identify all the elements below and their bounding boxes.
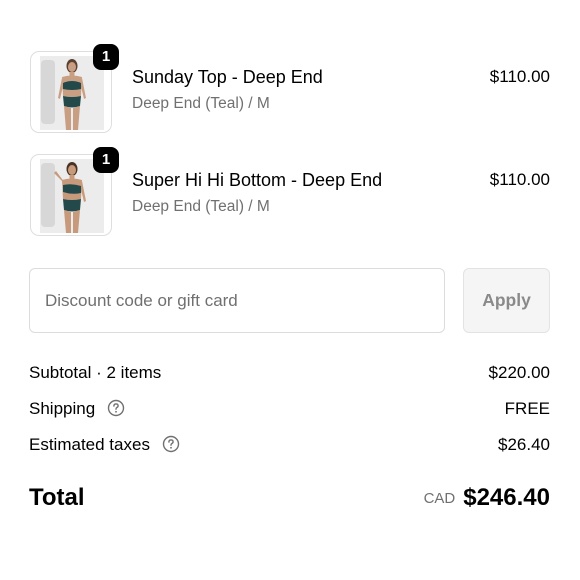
shipping-value: FREE	[504, 399, 550, 418]
total-row: Total CAD $246.40	[29, 484, 550, 518]
discount-code-input[interactable]	[29, 268, 445, 333]
subtotal-label: Subtotal · 2 items	[29, 363, 162, 382]
product-title: Super Hi Hi Bottom - Deep End	[132, 170, 383, 190]
product-price: $110.00	[489, 170, 550, 189]
taxes-label: Estimated taxes	[29, 435, 150, 454]
product-variant: Deep End (Teal) / M	[132, 95, 270, 112]
question-circle-icon[interactable]	[107, 399, 125, 417]
subtotal-value: $220.00	[488, 363, 550, 382]
quantity-badge: 1	[93, 44, 119, 70]
total-currency: CAD	[423, 490, 456, 507]
line-item: 1 Super Hi Hi Bottom - Deep End Deep End…	[29, 147, 550, 239]
shipping-row: Shipping FREE	[29, 399, 550, 423]
total-label: Total	[29, 484, 85, 511]
order-summary: 1 Sunday Top - Deep End Deep End (Teal) …	[0, 0, 580, 580]
product-variant: Deep End (Teal) / M	[132, 198, 270, 215]
apply-discount-button[interactable]: Apply	[463, 268, 550, 333]
shipping-label: Shipping	[29, 399, 96, 418]
line-item: 1 Sunday Top - Deep End Deep End (Teal) …	[29, 44, 550, 136]
total-amount: $246.40	[463, 484, 550, 511]
subtotal-row: Subtotal · 2 items $220.00	[29, 363, 550, 387]
quantity-badge: 1	[93, 147, 119, 173]
product-price: $110.00	[489, 67, 550, 86]
shipping-label-wrap: Shipping	[29, 399, 125, 419]
total-value: CAD $246.40	[424, 484, 550, 512]
taxes-row: Estimated taxes $26.40	[29, 435, 550, 459]
taxes-label-wrap: Estimated taxes	[29, 435, 180, 455]
question-circle-icon[interactable]	[162, 435, 180, 453]
discount-form: Apply	[29, 268, 550, 334]
taxes-value: $26.40	[498, 435, 550, 454]
product-title: Sunday Top - Deep End	[132, 67, 323, 87]
